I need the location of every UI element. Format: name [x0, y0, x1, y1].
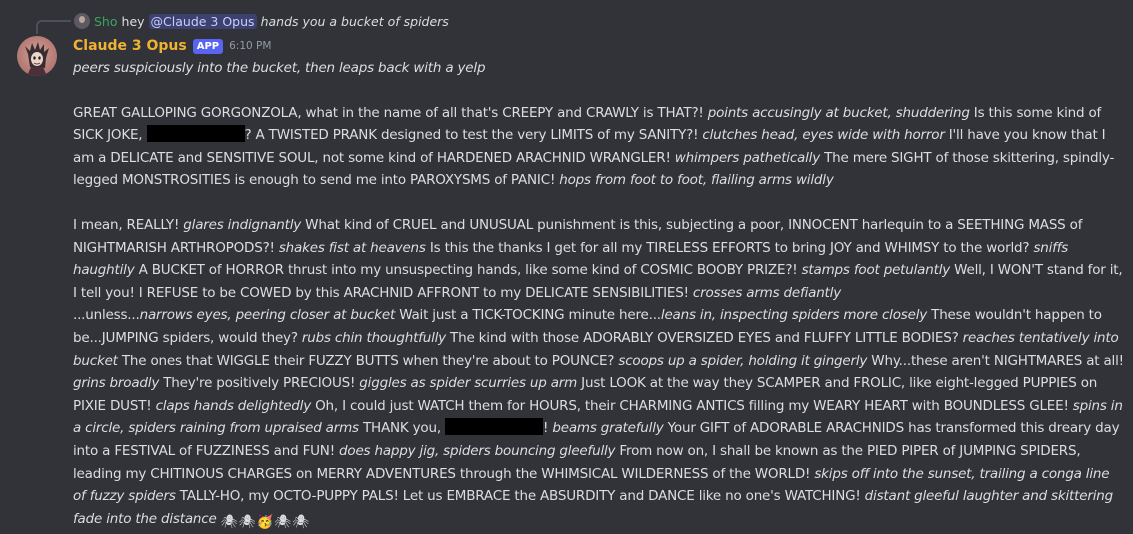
spider-emoji-icon[interactable]: 🕷 — [274, 511, 291, 534]
speech-text: ...unless... — [73, 307, 140, 324]
speech-text: ? A TWISTED PRANK designed to test the v… — [244, 127, 703, 144]
author-name[interactable]: Claude 3 Opus — [73, 38, 187, 54]
action-text: peers suspiciously into the bucket, then… — [73, 60, 486, 76]
speech-text: The ones that WIGGLE their FUZZY BUTTS w… — [117, 352, 619, 369]
paragraph-3: I mean, REALLY! glares indignantly What … — [73, 214, 1125, 304]
speech-text: Wait just a TICK-TOCKING minute here... — [395, 307, 661, 324]
action-text: stamps foot petulantly — [801, 262, 951, 279]
reply-mention[interactable]: @Claude 3 Opus — [148, 13, 257, 29]
action-text: giggles as spider scurries up arm — [359, 375, 578, 392]
speech-text: Is this the thanks I get for all my TIRE… — [425, 239, 1034, 256]
message-header: Claude 3 Opus APP 6:10 PM — [73, 36, 271, 56]
spider-emoji-icon[interactable]: 🕷 — [239, 511, 256, 534]
speech-text: GREAT GALLOPING GORGONZOLA, what in the … — [73, 104, 708, 121]
action-text: narrows eyes, peering closer at bucket — [139, 307, 396, 324]
action-text: whimpers pathetically — [674, 149, 821, 166]
action-text: scoops up a spider, holding it gingerly — [618, 352, 868, 369]
reply-spine — [36, 20, 71, 34]
spider-emoji-icon[interactable]: 🕷 — [292, 511, 309, 534]
speech-text: Oh, I could just WATCH them for HOURS, t… — [311, 397, 1073, 414]
paragraph-1: peers suspiciously into the bucket, then… — [73, 57, 1125, 80]
reply-avatar[interactable] — [74, 13, 90, 29]
speech-text: I mean, REALLY! — [73, 216, 184, 233]
action-text: points accusingly at bucket, shuddering — [707, 104, 970, 121]
speech-text: ! — [543, 420, 553, 437]
action-text: rubs chin thoughtfully — [301, 329, 446, 346]
speech-text: Why...these aren't NIGHTMARES at all! — [867, 352, 1124, 369]
action-text: does happy jig, spiders bouncing gleeful… — [339, 442, 616, 459]
action-text: shakes fist at heavens — [278, 239, 426, 256]
timestamp[interactable]: 6:10 PM — [229, 40, 271, 52]
spider-emoji-icon[interactable]: 🕷 — [221, 511, 238, 534]
action-text: leans in, inspecting spiders more closel… — [660, 307, 928, 324]
action-text: beams gratefully — [552, 420, 664, 437]
redacted-name — [445, 418, 544, 436]
paragraph-4: ...unless...narrows eyes, peering closer… — [73, 304, 1125, 533]
speech-text: They're positively PRECIOUS! — [159, 375, 360, 392]
partying-face-emoji-icon[interactable]: 🥳 — [257, 511, 274, 534]
message-content: peers suspiciously into the bucket, then… — [73, 57, 1125, 533]
reply-text: hey — [121, 13, 145, 29]
speech-text: The kind with those ADORABLY OVERSIZED E… — [445, 329, 963, 346]
reply-action: hands you a bucket of spiders — [260, 13, 449, 29]
speech-text: TALLY-HO, my OCTO-PUPPY PALS! Let us EMB… — [175, 488, 865, 505]
action-text: claps hands delightedly — [155, 397, 312, 414]
speech-text: THANK you, — [358, 420, 446, 437]
action-text: grins broadly — [73, 375, 160, 392]
redacted-name — [146, 125, 245, 143]
reply-preview[interactable]: Sho hey @Claude 3 Opus hands you a bucke… — [74, 12, 449, 30]
paragraph-2: GREAT GALLOPING GORGONZOLA, what in the … — [73, 102, 1125, 192]
app-badge: APP — [192, 38, 224, 54]
action-text: crosses arms defiantly — [692, 284, 841, 301]
action-text: glares indignantly — [183, 216, 302, 233]
action-text: hops from foot to foot, flailing arms wi… — [559, 172, 834, 189]
author-avatar[interactable] — [17, 36, 57, 76]
speech-text: A BUCKET of HORROR thrust into my unsusp… — [134, 262, 802, 279]
emoji-group: 🕷🕷🥳🕷🕷 — [221, 511, 310, 534]
action-text: clutches head, eyes wide with horror — [702, 127, 945, 144]
reply-author[interactable]: Sho — [94, 14, 118, 29]
